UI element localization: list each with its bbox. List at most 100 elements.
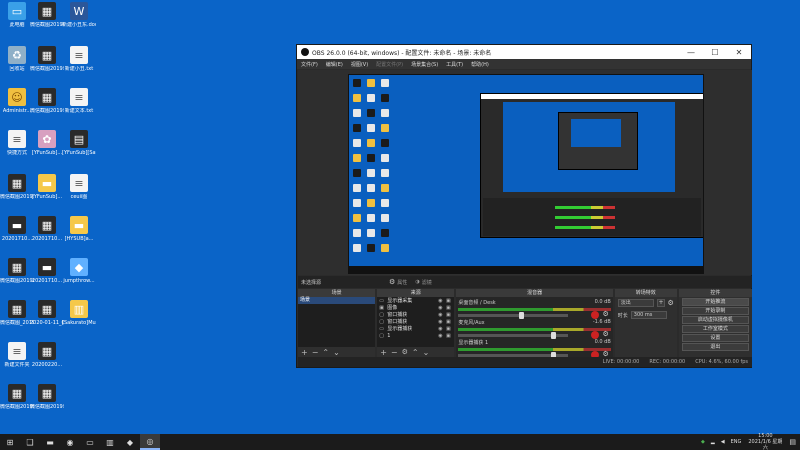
transition-gear-icon[interactable]: ⚙ [668,299,674,307]
desktop-icon[interactable]: W 新建小丑东.docx [62,2,96,28]
desktop-icon[interactable]: ☺ Administr... [0,88,34,114]
desktop-icon[interactable]: ▦ 微信截图_20191... [0,300,34,326]
control-button[interactable]: 开始录制 [681,307,750,315]
menu-item[interactable]: 工具(T) [446,61,463,68]
desktop-icon[interactable]: ▬ 20201710... [30,258,64,284]
source-item[interactable]: ▢ 1 ◉ ▣ [377,332,454,339]
scene-item[interactable]: 场景 [298,297,376,304]
duration-input[interactable]: 300 ms [630,311,667,319]
clock[interactable]: 15:00 2021/1/6 星期六 [747,433,783,450]
desktop-icon[interactable]: ▬ [HYSUB]a... [62,216,96,242]
remove-source-button[interactable]: − [391,348,398,357]
lock-icon[interactable]: ▣ [444,319,452,325]
visibility-eye-icon[interactable]: ◉ [436,305,444,311]
lock-icon[interactable]: ▣ [444,326,452,332]
mute-speaker-icon[interactable] [590,331,599,339]
desktop-icon[interactable]: ▦ 微信截图2019年10月26... [0,174,34,200]
start-icon[interactable]: ⊞ [0,434,20,450]
desktop-icon[interactable]: ≡ 新建文本.txt [62,88,96,114]
desktop-icon[interactable]: ▬ 20201710... [0,216,34,242]
source-item[interactable]: ▢ 窗口捕获 ◉ ▣ [377,311,454,319]
menu-item[interactable]: 场景集合(S) [411,61,438,68]
desktop-icon[interactable]: ≡ 快捷方式 [0,130,34,156]
desktop-icon[interactable]: ▦ 微信截图2019年12月14... [30,88,64,114]
desktop-icon[interactable]: ▤ [YFunSub][Sayfhon... [62,130,96,156]
lock-icon[interactable]: ▣ [444,298,452,304]
volume-slider-handle[interactable] [518,312,524,319]
desktop-icon[interactable]: ✿ [YFunSub]... [30,130,64,156]
desktop-icon[interactable]: ▦ 微信截图2019年11月... [30,46,64,72]
move-down-icon[interactable]: ⌄ [423,348,430,357]
source-settings-gear-icon[interactable]: ⚙ [402,348,408,356]
obs-window[interactable]: OBS 26.0.0 (64-bit, windows) - 配置文件: 未命名… [296,44,753,368]
lang-indicator[interactable]: ENG [731,439,742,445]
minimize-button[interactable]: — [679,48,703,57]
app-window-icon[interactable]: ▭ [80,434,100,450]
control-button[interactable]: 退出 [681,343,750,351]
shield-icon[interactable]: ◆ [701,439,705,445]
volume-icon[interactable]: ◀ [721,439,725,445]
desktop-icon[interactable]: ≡ 新建小丑.txt [62,46,96,72]
file-explorer-icon[interactable]: ▬ [40,434,60,450]
filters-button[interactable]: ◑ 滤镜 [415,279,431,286]
lock-icon[interactable]: ▣ [444,312,452,318]
volume-slider-handle[interactable] [550,332,556,339]
obs-icon[interactable]: ◎ [140,434,160,450]
close-button[interactable]: ✕ [727,48,751,57]
visibility-eye-icon[interactable]: ◉ [436,312,444,318]
move-up-icon[interactable]: ⌃ [412,348,419,357]
menu-item[interactable]: 配置文件(P) [376,61,403,68]
desktop-icon[interactable]: ▭ 此电脑 [0,2,34,28]
volume-slider[interactable] [458,312,569,319]
mute-speaker-icon[interactable] [590,311,599,319]
preview-area[interactable] [298,70,752,275]
transition-add-button[interactable]: + [657,299,665,307]
preview-canvas[interactable] [348,74,704,274]
visibility-eye-icon[interactable]: ◉ [436,298,444,304]
menu-item[interactable]: 视图(V) [351,61,368,68]
network-icon[interactable]: ▂ [711,439,715,445]
track-gear-icon[interactable]: ⚙ [603,330,609,338]
desktop-icon[interactable]: ▦ 微信截图2019年11月... [30,384,64,410]
obs-titlebar[interactable]: OBS 26.0.0 (64-bit, windows) - 配置文件: 未命名… [297,45,751,59]
transition-select[interactable]: 淡出 [617,299,655,307]
folder-app-icon[interactable]: ▥ [100,434,120,450]
menu-item[interactable]: 文件(F) [301,61,318,68]
desktop-icon[interactable]: ♻ 回收站 [0,46,34,72]
scenes-list[interactable]: 场景 [298,297,376,347]
move-down-icon[interactable]: ⌄ [333,348,340,357]
remove-scene-button[interactable]: − [312,348,319,357]
add-source-button[interactable]: + [380,348,387,357]
sources-list[interactable]: ▭ 显示器采集 ◉ ▣ ▣ 图像 ◉ ▣ ▢ 窗口捕获 ◉ ▣ ▢ 窗口捕获 ◉ ▣ ▭ 显示器捕获 ◉ ▣ ▢ 1 ◉ ▣ [377,297,455,347]
desktop-icon[interactable]: ▦ 微信截图2019年11月... [30,2,64,28]
desktop-icon[interactable]: ▦ 20200220... [30,342,64,368]
add-scene-button[interactable]: + [301,348,308,357]
desktop-icon[interactable]: ▦ 20201710... [30,216,64,242]
menu-item[interactable]: 编辑(E) [326,61,343,68]
desktop-icon[interactable]: ≡ 新建文件夹 [0,342,34,368]
source-item[interactable]: ▢ 窗口捕获 ◉ ▣ [377,318,454,326]
visibility-eye-icon[interactable]: ◉ [436,326,444,332]
desktop-icon[interactable]: ▦ 2020-01-11_03-31-36... [30,300,64,326]
control-button[interactable]: 启动虚拟摄像机 [681,316,750,324]
menu-item[interactable]: 帮助(H) [471,61,489,68]
source-item[interactable]: ▣ 图像 ◉ ▣ [377,304,454,312]
steam-icon[interactable]: ◆ [120,434,140,450]
desktop-icon[interactable]: ▦ 微信截图2019年11月... [0,384,34,410]
control-button[interactable]: 工作室模式 [681,325,750,333]
desktop-icon[interactable]: ▦ 微信截图2019年11月... [0,258,34,284]
track-gear-icon[interactable]: ⚙ [603,310,609,318]
visibility-eye-icon[interactable]: ◉ [436,333,444,339]
visibility-eye-icon[interactable]: ◉ [436,319,444,325]
desktop-icon[interactable]: ≡ ceuii图 [62,174,96,200]
control-button[interactable]: 设置 [681,334,750,342]
task-view-icon[interactable]: ❑ [20,434,40,450]
notification-icon[interactable]: ▤ [789,438,796,446]
source-item[interactable]: ▭ 显示器捕获 ◉ ▣ [377,325,454,333]
desktop-icon[interactable]: ▬ [YFunSub]... [30,174,64,200]
lock-icon[interactable]: ▣ [444,305,452,311]
source-item[interactable]: ▭ 显示器采集 ◉ ▣ [377,297,454,305]
maximize-button[interactable]: ☐ [703,48,727,57]
desktop-icon[interactable]: ▥ [Sakurato]Mushoku... [62,300,96,326]
properties-button[interactable]: ⚙ 属性 [389,278,407,286]
